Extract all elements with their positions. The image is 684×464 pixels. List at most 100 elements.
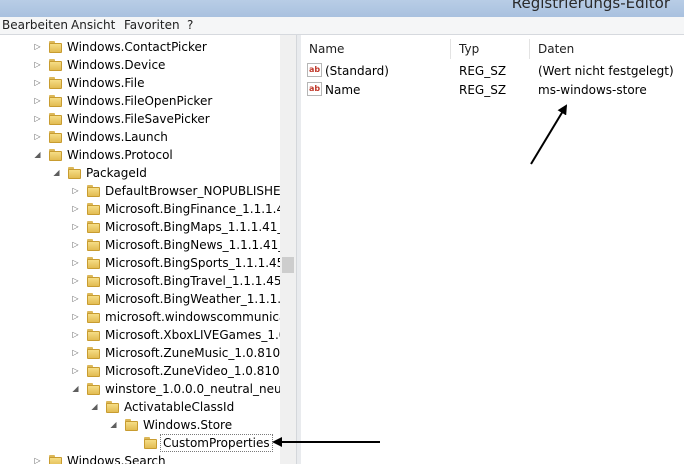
tree-item-label[interactable]: Windows.FileOpenPicker [65, 93, 214, 109]
tree-item-label[interactable]: Windows.Launch [65, 129, 170, 145]
tree-item-label[interactable]: Microsoft.BingSports_1.1.1.45_x6 [103, 255, 280, 271]
tree-item[interactable]: ◢ Windows.Protocol [0, 146, 280, 164]
expand-arrow-icon[interactable]: ▷ [71, 312, 80, 321]
expand-arrow-icon[interactable]: ▷ [33, 42, 42, 51]
expand-arrow-icon[interactable]: ▷ [33, 96, 42, 105]
expand-arrow-icon[interactable]: ▷ [71, 330, 80, 339]
tree-item-label[interactable]: Microsoft.BingTravel_1.1.1.45_x64 [103, 273, 280, 289]
tree-item-label[interactable]: Windows.ContactPicker [65, 39, 209, 55]
tree-item-label[interactable]: DefaultBrowser_NOPUBLISHERID [103, 183, 280, 199]
tree-item[interactable]: ▷ Microsoft.ZuneMusic_1.0.810.0_x [0, 344, 280, 362]
column-header-name[interactable]: Name [301, 39, 451, 59]
folder-icon [105, 399, 121, 414]
tree-item-label[interactable]: winstore_1.0.0.0_neutral_neutral_ [103, 381, 280, 397]
tree-item[interactable]: ▷ Windows.FileOpenPicker [0, 92, 280, 110]
string-value-icon: ab [307, 63, 322, 77]
expand-arrow-icon[interactable]: ▷ [33, 456, 42, 464]
tree-item[interactable]: ▷ Microsoft.BingNews_1.1.1.41_x64 [0, 236, 280, 254]
tree-scrollbar-thumb[interactable] [282, 257, 294, 273]
tree-item[interactable]: ▷ microsoft.windowscommunicatio [0, 308, 280, 326]
value-row[interactable]: ab (Standard) REG_SZ (Wert nicht festgelegt… [301, 62, 684, 80]
window-title: Registrierungs-Editor [511, 0, 670, 12]
expand-arrow-icon[interactable]: ▷ [71, 204, 80, 213]
expand-arrow-icon[interactable]: ▷ [33, 60, 42, 69]
tree-item-label[interactable]: CustomProperties [160, 434, 273, 452]
collapse-arrow-icon[interactable]: ◢ [52, 168, 61, 177]
expand-arrow-icon[interactable]: ▷ [71, 186, 80, 195]
tree-item-label[interactable]: Microsoft.ZuneVideo_1.0.810.0_x [103, 363, 280, 379]
tree-item[interactable]: ▷ Windows.FileSavePicker [0, 110, 280, 128]
expand-arrow-icon[interactable]: ▷ [71, 348, 80, 357]
expand-arrow-icon[interactable]: ▷ [71, 294, 80, 303]
expand-arrow-icon[interactable]: ▷ [33, 114, 42, 123]
tree-item-label[interactable]: Microsoft.XboxLIVEGames_1.0.81 [103, 327, 280, 343]
tree-item[interactable]: ▷ Microsoft.BingMaps_1.1.1.41_x64 [0, 218, 280, 236]
tree-item-label[interactable]: Microsoft.BingMaps_1.1.1.41_x64 [103, 219, 280, 235]
tree-item[interactable]: ▷ Windows.Search [0, 452, 280, 464]
expand-arrow-icon[interactable]: ▷ [71, 240, 80, 249]
collapse-arrow-icon[interactable]: ◢ [109, 420, 118, 429]
column-header-type[interactable]: Typ [451, 39, 530, 59]
expand-arrow-icon[interactable]: ▷ [71, 366, 80, 375]
folder-icon [67, 165, 83, 180]
value-row[interactable]: ab Name REG_SZ ms-windows-store [301, 81, 684, 99]
registry-tree[interactable]: ▷ Windows.ContactPicker ▷ Windows.Device ▷ Wi… [0, 35, 280, 464]
tree-item-label[interactable]: Windows.Store [141, 417, 234, 433]
tree-item[interactable]: ▷ Microsoft.BingTravel_1.1.1.45_x64 [0, 272, 280, 290]
tree-item[interactable]: ◢ winstore_1.0.0.0_neutral_neutral_ [0, 380, 280, 398]
tree-item-label[interactable]: PackageId [84, 165, 149, 181]
folder-icon [86, 273, 102, 288]
tree-item[interactable]: ◢ PackageId [0, 164, 280, 182]
tree-item[interactable]: CustomProperties [0, 434, 280, 452]
folder-icon [48, 93, 64, 108]
tree-item-label[interactable]: Windows.Device [65, 57, 167, 73]
folder-icon [86, 201, 102, 216]
value-name: (Standard) [325, 64, 389, 78]
folder-icon [48, 453, 64, 464]
tree-item[interactable]: ▷ Microsoft.BingFinance_1.1.1.43_x [0, 200, 280, 218]
collapse-arrow-icon[interactable]: ◢ [71, 384, 80, 393]
folder-icon [48, 39, 64, 54]
menu-edit[interactable]: Bearbeiten [2, 18, 68, 33]
expand-arrow-icon[interactable]: ▷ [71, 276, 80, 285]
collapse-arrow-icon[interactable]: ◢ [33, 150, 42, 159]
tree-item-label[interactable]: Microsoft.BingWeather_1.1.1.40_ [103, 291, 280, 307]
expand-arrow-icon[interactable]: ▷ [71, 222, 80, 231]
tree-item[interactable]: ▷ Windows.ContactPicker [0, 38, 280, 56]
tree-item[interactable]: ▷ Windows.File [0, 74, 280, 92]
menu-favorites[interactable]: Favoriten [124, 18, 180, 33]
tree-item-label[interactable]: ActivatableClassId [122, 399, 236, 415]
tree-item[interactable]: ▷ Microsoft.ZuneVideo_1.0.810.0_x [0, 362, 280, 380]
tree-item-label[interactable]: Microsoft.ZuneMusic_1.0.810.0_x [103, 345, 280, 361]
tree-item[interactable]: ▷ Microsoft.BingWeather_1.1.1.40_ [0, 290, 280, 308]
folder-icon [86, 237, 102, 252]
tree-item[interactable]: ▷ Microsoft.XboxLIVEGames_1.0.81 [0, 326, 280, 344]
tree-item-label[interactable]: Microsoft.BingFinance_1.1.1.43_x [103, 201, 280, 217]
folder-icon [48, 57, 64, 72]
expand-arrow-icon[interactable]: ▷ [33, 78, 42, 87]
folder-icon [48, 129, 64, 144]
folder-icon [86, 327, 102, 342]
tree-item-label[interactable]: Windows.FileSavePicker [65, 111, 212, 127]
folder-icon [48, 75, 64, 90]
menu-view[interactable]: Ansicht [71, 18, 115, 33]
tree-item[interactable]: ▷ DefaultBrowser_NOPUBLISHERID [0, 182, 280, 200]
tree-item[interactable]: ◢ Windows.Store [0, 416, 280, 434]
tree-item-label[interactable]: Microsoft.BingNews_1.1.1.41_x64 [103, 237, 280, 253]
tree-item-label[interactable]: microsoft.windowscommunicatio [103, 309, 280, 325]
tree-item-label[interactable]: Windows.Search [65, 453, 168, 464]
value-list[interactable]: Name Typ Daten ab (Standard) REG_SZ (Wert n… [301, 35, 684, 464]
expand-arrow-icon[interactable]: ▷ [33, 132, 42, 141]
tree-item-label[interactable]: Windows.File [65, 75, 146, 91]
column-header-data[interactable]: Daten [530, 39, 684, 59]
menu-help[interactable]: ? [187, 18, 193, 33]
tree-item[interactable]: ▷ Microsoft.BingSports_1.1.1.45_x6 [0, 254, 280, 272]
collapse-arrow-icon[interactable]: ◢ [90, 402, 99, 411]
folder-icon [86, 219, 102, 234]
expand-arrow-icon[interactable]: ▷ [71, 258, 80, 267]
tree-item[interactable]: ◢ ActivatableClassId [0, 398, 280, 416]
tree-scrollbar[interactable] [280, 35, 296, 464]
tree-item[interactable]: ▷ Windows.Launch [0, 128, 280, 146]
tree-item[interactable]: ▷ Windows.Device [0, 56, 280, 74]
tree-item-label[interactable]: Windows.Protocol [65, 147, 175, 163]
